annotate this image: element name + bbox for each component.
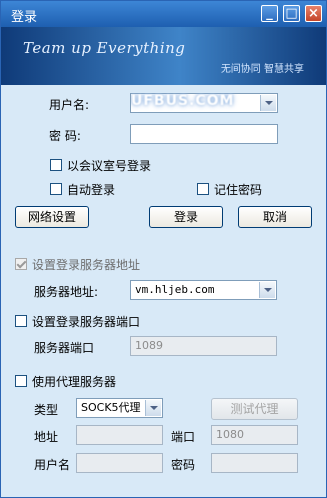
auto-login-checkbox[interactable] xyxy=(50,183,62,195)
meeting-room-label: 以会议室号登录 xyxy=(67,159,152,173)
cancel-button[interactable]: 取消 xyxy=(238,206,312,228)
password-input[interactable] xyxy=(130,124,278,144)
server-address-label: 服务器地址: xyxy=(34,285,99,299)
proxy-port-value: 1080 xyxy=(216,428,244,441)
set-server-address-checkbox[interactable] xyxy=(15,258,27,270)
proxy-port-label: 端口 xyxy=(171,430,196,444)
use-proxy-checkbox[interactable] xyxy=(15,375,27,387)
title-bar[interactable]: 登录 _ □ × xyxy=(1,1,326,27)
banner-slogan-en: Team up Everything xyxy=(23,39,186,57)
minimize-icon: _ xyxy=(266,6,273,21)
maximize-button[interactable]: □ xyxy=(283,5,300,22)
username-blurred-text: UFBUS.COM xyxy=(131,93,235,109)
set-server-port-checkbox[interactable] xyxy=(15,315,27,327)
banner-slogan-cn: 无间协同 智慧共享 xyxy=(220,64,304,75)
proxy-address-label: 地址 xyxy=(34,430,59,444)
proxy-username-input[interactable] xyxy=(76,453,163,473)
window-title: 登录 xyxy=(11,10,38,25)
set-server-port-label: 设置登录服务器端口 xyxy=(32,315,141,329)
login-window: 登录 _ □ × Team up Everything 无间协同 智慧共享 用户… xyxy=(0,0,327,498)
proxy-type-label: 类型 xyxy=(34,403,59,417)
login-button[interactable]: 登录 xyxy=(149,206,223,228)
remember-password-checkbox[interactable] xyxy=(197,183,209,195)
server-port-value: 1089 xyxy=(135,339,163,352)
set-server-address-label: 设置登录服务器地址 xyxy=(32,258,141,272)
chevron-down-icon[interactable] xyxy=(145,400,161,416)
use-proxy-label: 使用代理服务器 xyxy=(32,375,117,389)
meeting-room-checkbox[interactable] xyxy=(50,159,62,171)
chevron-down-icon[interactable] xyxy=(259,282,275,298)
proxy-address-input[interactable] xyxy=(76,425,163,445)
server-port-label: 服务器端口 xyxy=(34,341,95,355)
auto-login-label: 自动登录 xyxy=(67,183,116,197)
proxy-username-label: 用户名 xyxy=(34,458,71,472)
close-icon: × xyxy=(308,6,319,21)
close-button[interactable]: × xyxy=(305,5,322,22)
username-label: 用户名: xyxy=(49,98,90,112)
password-label: 密 码: xyxy=(49,129,81,143)
server-address-value: vm.hljeb.com xyxy=(135,283,215,296)
maximize-icon: □ xyxy=(285,6,298,21)
remember-password-label: 记住密码 xyxy=(214,183,263,197)
proxy-type-select[interactable]: SOCK5代理 xyxy=(76,398,163,418)
banner: Team up Everything 无间协同 智慧共享 xyxy=(1,27,326,85)
test-proxy-button[interactable]: 测试代理 xyxy=(211,398,298,420)
proxy-type-value: SOCK5代理 xyxy=(81,401,141,414)
proxy-password-input[interactable] xyxy=(211,453,298,473)
minimize-button[interactable]: _ xyxy=(261,5,278,22)
proxy-password-label: 密码 xyxy=(171,458,196,472)
network-settings-button[interactable]: 网络设置 xyxy=(15,206,89,228)
proxy-port-input[interactable]: 1080 xyxy=(211,425,298,445)
server-address-combobox[interactable]: vm.hljeb.com xyxy=(130,280,277,300)
server-port-input[interactable]: 1089 xyxy=(130,336,277,356)
